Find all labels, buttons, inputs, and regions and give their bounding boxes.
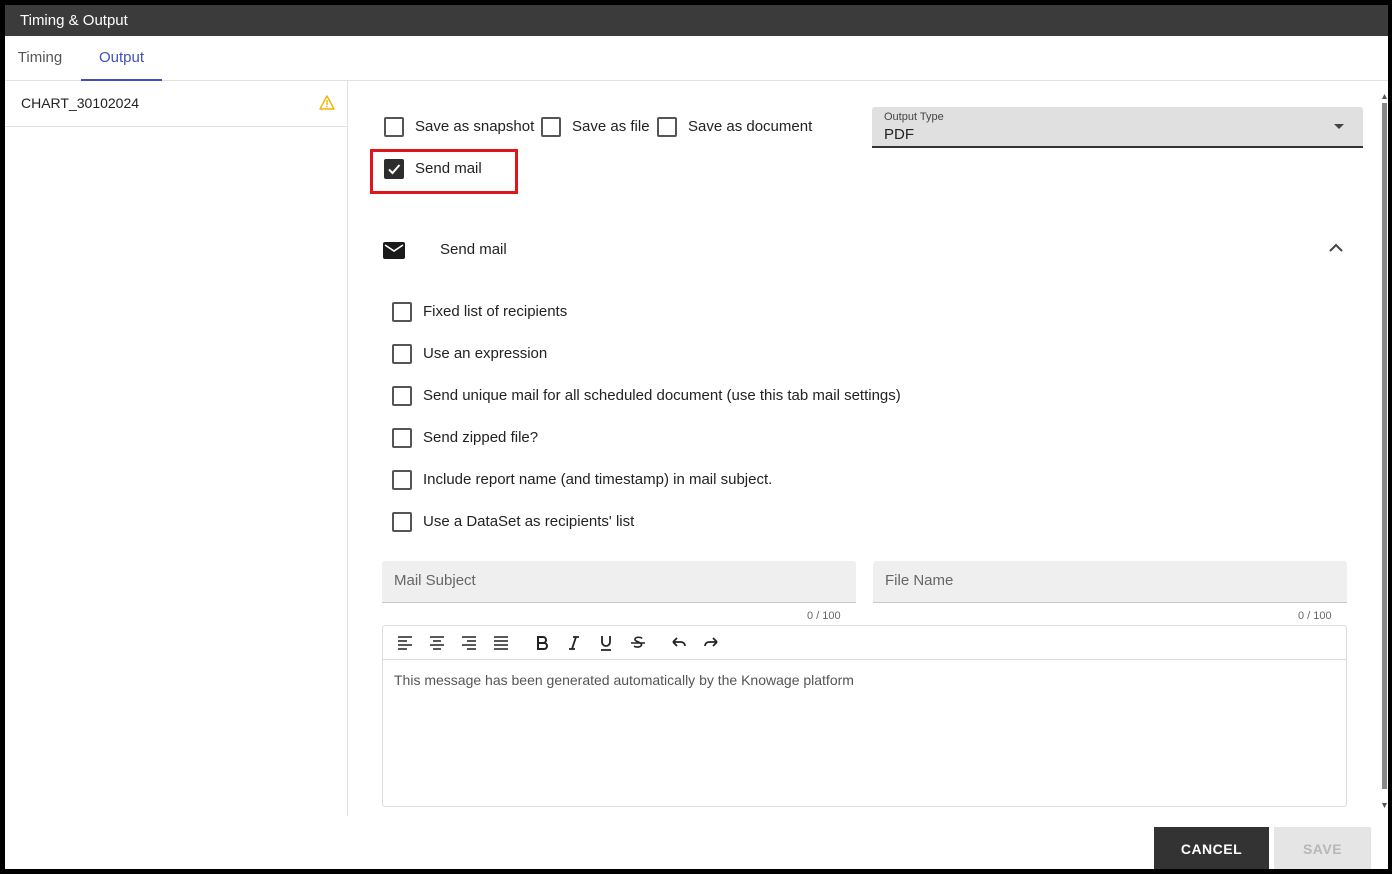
check-icon <box>388 164 401 175</box>
italic-icon[interactable] <box>564 633 584 653</box>
list-item[interactable]: CHART_30102024 <box>5 81 347 127</box>
strikethrough-icon[interactable] <box>628 633 648 653</box>
warning-icon <box>319 95 335 110</box>
save-file-checkbox[interactable] <box>541 117 561 137</box>
document-name: CHART_30102024 <box>21 95 140 111</box>
mail-body-editor[interactable]: This message has been generated automati… <box>382 625 1347 807</box>
output-type-label: Output Type <box>884 111 944 123</box>
report-name-subject-checkbox[interactable] <box>392 470 412 490</box>
save-button[interactable]: SAVE <box>1274 827 1371 869</box>
output-panel: Save as snapshot Save as file Save as do… <box>349 81 1388 816</box>
save-snapshot-label: Save as snapshot <box>415 118 535 135</box>
send-mail-section-title: Send mail <box>440 241 507 258</box>
cancel-button[interactable]: CANCEL <box>1154 827 1269 869</box>
document-list: CHART_30102024 <box>5 81 348 816</box>
align-left-icon[interactable] <box>395 633 415 653</box>
redo-icon[interactable] <box>701 633 721 653</box>
mail-subject-input[interactable]: Mail Subject <box>382 561 856 603</box>
editor-toolbar <box>383 626 1346 660</box>
output-type-value: PDF <box>884 126 914 143</box>
zipped-file-label: Send zipped file? <box>423 429 539 446</box>
align-justify-icon[interactable] <box>491 633 511 653</box>
bold-icon[interactable] <box>532 633 552 653</box>
fixed-recipients-label: Fixed list of recipients <box>423 303 568 320</box>
unique-mail-checkbox[interactable] <box>392 386 412 406</box>
undo-icon[interactable] <box>669 633 689 653</box>
dataset-recipients-checkbox[interactable] <box>392 512 412 532</box>
file-name-counter: 0 / 100 <box>1298 610 1332 622</box>
save-document-label: Save as document <box>688 118 813 135</box>
envelope-icon <box>383 242 405 259</box>
send-mail-label: Send mail <box>415 160 482 177</box>
save-snapshot-checkbox[interactable] <box>384 117 404 137</box>
output-type-select[interactable]: Output Type PDF <box>872 107 1363 148</box>
tab-bar: Timing Output <box>5 36 1388 81</box>
fixed-recipients-checkbox[interactable] <box>392 302 412 322</box>
report-name-subject-label: Include report name (and timestamp) in m… <box>423 471 773 488</box>
dropdown-arrow-icon <box>1334 124 1344 129</box>
align-right-icon[interactable] <box>459 633 479 653</box>
use-expression-checkbox[interactable] <box>392 344 412 364</box>
save-document-checkbox[interactable] <box>657 117 677 137</box>
dialog: Timing & Output Timing Output CHART_3010… <box>5 5 1388 869</box>
send-mail-section-header[interactable]: Send mail <box>383 239 1343 263</box>
zipped-file-checkbox[interactable] <box>392 428 412 448</box>
send-mail-checkbox[interactable] <box>384 159 404 179</box>
scrollbar[interactable] <box>1381 91 1388 811</box>
use-expression-label: Use an expression <box>423 345 548 362</box>
dataset-recipients-label: Use a DataSet as recipients' list <box>423 513 635 530</box>
mail-subject-counter: 0 / 100 <box>807 610 841 622</box>
underline-icon[interactable] <box>596 633 616 653</box>
chevron-up-icon[interactable] <box>1329 243 1343 252</box>
save-file-label: Save as file <box>572 118 650 135</box>
unique-mail-label: Send unique mail for all scheduled docum… <box>423 387 901 404</box>
dialog-title: Timing & Output <box>5 5 1388 36</box>
tab-timing[interactable]: Timing <box>5 36 75 81</box>
tab-output[interactable]: Output <box>81 36 162 81</box>
file-name-input[interactable]: File Name <box>873 561 1347 603</box>
mail-body-text[interactable]: This message has been generated automati… <box>383 660 1346 700</box>
align-center-icon[interactable] <box>427 633 447 653</box>
